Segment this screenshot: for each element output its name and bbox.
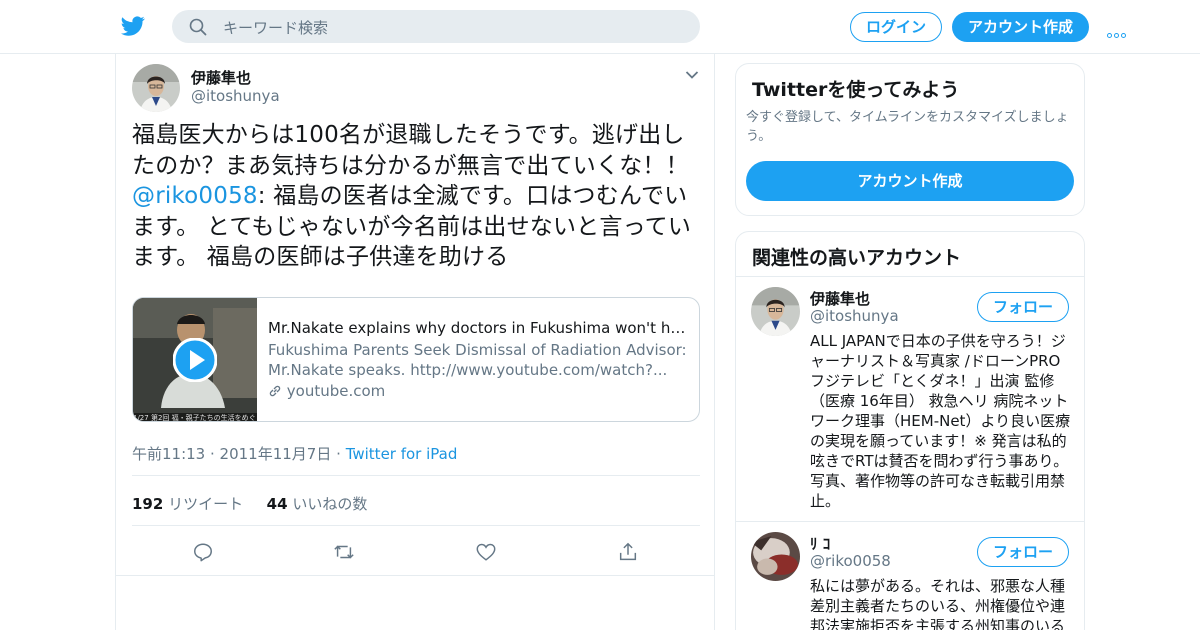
chevron-down-icon[interactable] bbox=[685, 70, 699, 80]
search-placeholder[interactable]: キーワード検索 bbox=[223, 17, 328, 38]
signup-prompt-subtitle: 今すぐ登録して、タイムラインをカスタマイズしましょう。 bbox=[746, 110, 1069, 144]
link-icon bbox=[269, 385, 281, 397]
related-account-bio: ALL JAPANで日本の子供を守ろう！ジャーナリスト＆写真家 /ドローンPRO… bbox=[810, 332, 1071, 510]
search-box[interactable]: キーワード検索 bbox=[172, 10, 700, 43]
login-button[interactable]: ログイン bbox=[850, 12, 942, 42]
follow-button[interactable]: フォロー bbox=[977, 292, 1069, 322]
tweet-bottom-border bbox=[116, 575, 714, 576]
tweet-detail: 伊藤隼也 @itoshunya 福島医大からは100名が退職したそうです。逃げ出… bbox=[115, 54, 715, 630]
author-avatar[interactable] bbox=[132, 64, 180, 112]
more-dots-icon[interactable] bbox=[1107, 23, 1131, 38]
retweet-icon[interactable] bbox=[333, 541, 355, 563]
related-account-handle[interactable]: @riko0058 bbox=[810, 552, 891, 570]
like-label[interactable]: いいねの数 bbox=[292, 495, 367, 513]
follow-button[interactable]: フォロー bbox=[977, 537, 1069, 567]
thumbnail-caption: 1/27 第2回 福・親子たちの生活をめぐり福島県の集会 bbox=[133, 414, 257, 422]
tweet-text: 福島医大からは100名が退職したそうです。逃げ出したのか？まあ気持ちは分かるが無… bbox=[132, 120, 702, 273]
signup-prompt-box: Twitterを使ってみよう 今すぐ登録して、タイムラインをカスタマイズしましょ… bbox=[735, 63, 1085, 216]
tweet-meta: 午前11:13 · 2011年11月7日 · Twitter for iPad bbox=[132, 443, 457, 464]
card-domain: youtube.com bbox=[268, 382, 385, 400]
related-accounts-title: 関連性の高いアカウント bbox=[752, 247, 962, 269]
author-handle[interactable]: @itoshunya bbox=[191, 87, 280, 105]
related-account-bio: 私には夢がある。それは、邪悪な人種差別主義者たちのいる、州権優位や連邦法実施拒否… bbox=[810, 577, 1066, 630]
card-domain-text: youtube.com bbox=[286, 382, 386, 400]
divider bbox=[132, 525, 700, 526]
author-name[interactable]: 伊藤隼也 bbox=[191, 67, 251, 88]
twitter-bird-icon[interactable] bbox=[120, 14, 146, 38]
like-count[interactable]: 44 bbox=[267, 495, 288, 513]
related-account-avatar[interactable] bbox=[751, 532, 800, 581]
tweet-source[interactable]: Twitter for iPad bbox=[346, 445, 458, 463]
like-icon[interactable] bbox=[475, 541, 497, 563]
related-account-name[interactable]: 伊藤隼也 bbox=[810, 288, 870, 309]
card-description: Fukushima Parents Seek Dismissal of Radi… bbox=[268, 341, 687, 379]
signup-prompt-title: Twitterを使ってみよう bbox=[752, 79, 960, 101]
tweet-timestamp[interactable]: 午前11:13 · 2011年11月7日 bbox=[132, 445, 331, 463]
mention-link[interactable]: @riko0058 bbox=[132, 183, 258, 209]
link-preview-card[interactable]: 1/27 第2回 福・親子たちの生活をめぐり福島県の集会 Mr.Nakate e… bbox=[132, 297, 700, 422]
signup-prompt-button[interactable]: アカウント作成 bbox=[746, 161, 1074, 201]
related-account-handle[interactable]: @itoshunya bbox=[810, 307, 899, 325]
search-icon bbox=[189, 18, 207, 36]
retweet-label[interactable]: リツイート bbox=[168, 495, 243, 513]
tweet-text-body: 福島医大からは100名が退職したそうです。逃げ出したのか？まあ気持ちは分かるが無… bbox=[132, 122, 689, 179]
divider bbox=[736, 521, 1084, 522]
retweet-count[interactable]: 192 bbox=[132, 495, 163, 513]
meta-separator: · bbox=[336, 445, 341, 463]
top-navigation-bar: キーワード検索 ログイン アカウント作成 bbox=[0, 0, 1200, 54]
related-account-avatar[interactable] bbox=[751, 287, 800, 336]
signup-button[interactable]: アカウント作成 bbox=[952, 12, 1089, 42]
divider bbox=[132, 475, 700, 476]
related-account-name[interactable]: ﾘ ｺ bbox=[810, 533, 830, 554]
related-accounts-header: 関連性の高いアカウント bbox=[736, 232, 1084, 277]
reply-icon[interactable] bbox=[192, 541, 214, 563]
share-icon[interactable] bbox=[617, 541, 639, 563]
card-title[interactable]: Mr.Nakate explains why doctors in Fukush… bbox=[268, 319, 693, 337]
tweet-stats: 192 リツイート 44 いいねの数 bbox=[132, 493, 367, 514]
play-icon[interactable] bbox=[173, 338, 217, 382]
related-accounts-box: 関連性の高いアカウント 伊藤隼也 @itoshunya フォロー ALL JAP… bbox=[735, 231, 1085, 630]
video-thumbnail[interactable]: 1/27 第2回 福・親子たちの生活をめぐり福島県の集会 bbox=[133, 298, 257, 422]
